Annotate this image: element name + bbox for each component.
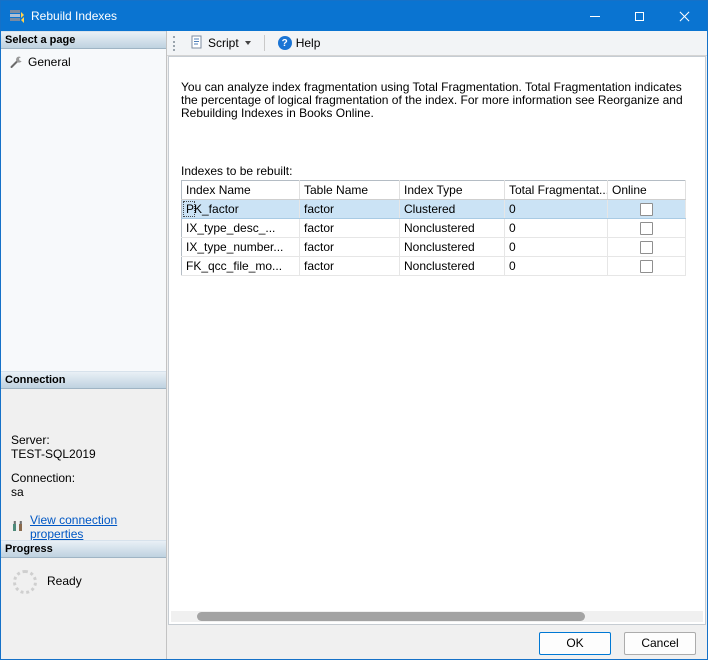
maximize-icon (635, 11, 644, 21)
table-header-row: Index Name Table Name Index Type Total F… (181, 180, 686, 200)
indexes-table-label: Indexes to be rebuilt: (181, 164, 293, 178)
cell-index-type: Nonclustered (399, 218, 505, 238)
toolbar-grip[interactable] (173, 35, 177, 51)
help-button-label: Help (295, 36, 321, 50)
cell-index-type: Clustered (399, 199, 505, 219)
table-row[interactable]: IX_type_desc_... factor Nonclustered 0 (181, 218, 686, 238)
script-button[interactable]: Script (183, 32, 258, 55)
close-button[interactable] (662, 1, 707, 31)
minimize-icon (589, 15, 600, 17)
chevron-down-icon (244, 41, 251, 45)
col-header-index-name[interactable]: Index Name (181, 180, 300, 200)
progress-status: Ready (47, 574, 82, 588)
row-selector[interactable] (183, 258, 195, 274)
connection-panel: Server: TEST-SQL2019 Connection: sa View… (1, 389, 166, 541)
window-title: Rebuild Indexes (31, 9, 118, 23)
toolbar-separator (263, 35, 265, 51)
toolbar: Script ? Help (167, 31, 707, 56)
select-a-page-header: Select a page (1, 31, 166, 49)
close-icon (679, 11, 690, 22)
row-selector[interactable] (183, 201, 195, 217)
col-header-online[interactable]: Online (607, 180, 686, 200)
table-row[interactable]: IX_type_number... factor Nonclustered 0 (181, 237, 686, 257)
minimize-button[interactable] (572, 1, 617, 31)
rebuild-indexes-window: Rebuild Indexes Select a page General Co… (0, 0, 708, 660)
sidebar: Select a page General Connection Server:… (1, 31, 167, 659)
online-checkbox[interactable] (640, 259, 653, 273)
titlebar[interactable]: Rebuild Indexes (1, 1, 707, 31)
cell-index-type: Nonclustered (399, 256, 505, 276)
help-icon: ? (277, 36, 292, 50)
horizontal-scrollbar[interactable] (171, 611, 703, 622)
connection-label: Connection: (11, 471, 76, 485)
cell-table-name: factor (299, 199, 400, 219)
online-checkbox[interactable] (640, 202, 653, 216)
wrench-icon (9, 55, 23, 69)
cell-table-name: factor (299, 218, 400, 238)
progress-spinner-icon (13, 570, 37, 594)
col-header-total-fragmentation[interactable]: Total Fragmentat... (504, 180, 608, 200)
page-item-label: General (28, 55, 71, 69)
server-label: Server: (11, 433, 50, 447)
progress-header: Progress (1, 540, 166, 558)
col-header-index-type[interactable]: Index Type (399, 180, 505, 200)
main-area: Script ? Help You can analyze index frag… (167, 31, 707, 659)
script-button-label: Script (208, 36, 239, 50)
online-checkbox[interactable] (640, 221, 653, 235)
cancel-button[interactable]: Cancel (624, 631, 696, 655)
cell-table-name: factor (299, 237, 400, 257)
cell-index-name: IX_type_desc_... (186, 221, 276, 235)
cell-total-fragmentation: 0 (504, 199, 608, 219)
cell-index-name: IX_type_number... (186, 240, 284, 254)
view-connection-properties-link[interactable]: View connection properties (30, 513, 158, 541)
sidebar-item-general[interactable]: General (1, 53, 166, 71)
indexes-table: Index Name Table Name Index Type Total F… (181, 180, 686, 276)
progress-panel: Ready (1, 558, 166, 659)
table-row[interactable]: FK_qcc_file_mo... factor Nonclustered 0 (181, 256, 686, 276)
table-row[interactable]: PK_factor factor Clustered 0 (181, 199, 686, 219)
maximize-button[interactable] (617, 1, 662, 31)
cell-total-fragmentation: 0 (504, 218, 608, 238)
cell-table-name: factor (299, 256, 400, 276)
ok-button[interactable]: OK (539, 631, 611, 655)
row-selector[interactable] (183, 239, 195, 255)
help-button[interactable]: ? Help (271, 33, 328, 53)
row-selector[interactable] (183, 220, 195, 236)
connection-properties-icon (11, 519, 25, 536)
cell-total-fragmentation: 0 (504, 256, 608, 276)
footer: OK Cancel (167, 625, 707, 659)
server-value: TEST-SQL2019 (11, 447, 96, 461)
rebuild-indexes-icon (9, 8, 25, 24)
col-header-table-name[interactable]: Table Name (299, 180, 400, 200)
connection-header: Connection (1, 371, 166, 389)
scrollbar-thumb[interactable] (197, 612, 585, 621)
cell-index-type: Nonclustered (399, 237, 505, 257)
window-controls (572, 1, 707, 31)
connection-value: sa (11, 485, 24, 499)
page-list: General (1, 49, 166, 371)
description-text: You can analyze index fragmentation usin… (181, 80, 683, 120)
online-checkbox[interactable] (640, 240, 653, 254)
cell-total-fragmentation: 0 (504, 237, 608, 257)
cell-index-name: FK_qcc_file_mo... (186, 259, 283, 273)
content-panel: You can analyze index fragmentation usin… (168, 56, 706, 625)
script-icon (190, 35, 204, 52)
